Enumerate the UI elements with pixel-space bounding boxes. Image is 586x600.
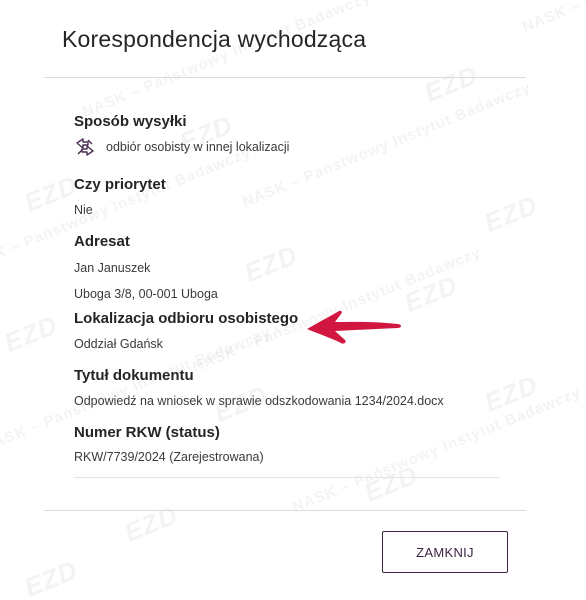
header-divider — [44, 77, 526, 78]
delivery-method-text: odbiór osobisty w innej lokalizacji — [106, 140, 290, 154]
delivery-method-value: odbiór osobisty w innej lokalizacji — [74, 136, 289, 158]
dialog-title: Korespondencja wychodząca — [62, 26, 367, 52]
priority-value: Nie — [74, 203, 93, 217]
footer-divider — [44, 510, 526, 511]
addressee-name: Jan Januszek — [74, 261, 151, 275]
addressee-address: Uboga 3/8, 00-001 Uboga — [74, 287, 218, 301]
priority-label: Czy priorytet — [74, 176, 166, 193]
rkw-number-label: Numer RKW (status) — [74, 424, 220, 441]
addressee-label: Adresat — [74, 233, 130, 250]
content-divider — [74, 477, 500, 478]
addressee-value: Jan Januszek Uboga 3/8, 00-001 Uboga — [74, 258, 218, 304]
close-button[interactable]: ZAMKNIJ — [382, 531, 508, 573]
personal-pickup-icon — [74, 136, 96, 158]
document-title-label: Tytuł dokumentu — [74, 367, 194, 384]
pickup-location-label: Lokalizacja odbioru osobistego — [74, 310, 299, 327]
outgoing-correspondence-dialog: Korespondencja wychodząca Sposób wysyłki… — [0, 0, 586, 600]
pickup-location-value: Oddział Gdańsk — [74, 337, 163, 351]
delivery-method-label: Sposób wysyłki — [74, 113, 187, 130]
rkw-number-value: RKW/7739/2024 (Zarejestrowana) — [74, 450, 264, 464]
document-title-value: Odpowiedź na wniosek w sprawie odszkodow… — [74, 394, 444, 408]
annotation-arrow-icon — [307, 310, 401, 344]
